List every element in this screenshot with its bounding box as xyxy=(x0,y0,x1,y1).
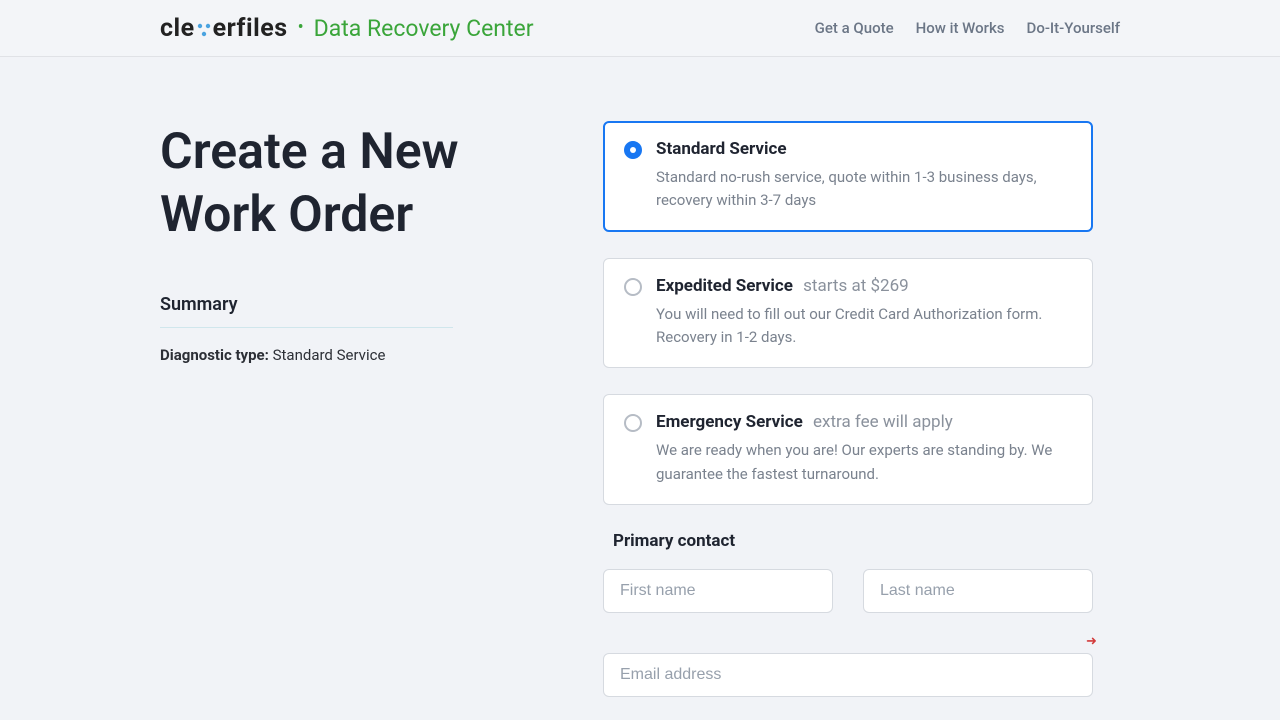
nav-diy[interactable]: Do-It-Yourself xyxy=(1027,19,1120,37)
right-column: Standard Service Standard no-rush servic… xyxy=(603,121,1093,697)
option-standard-desc: Standard no-rush service, quote within 1… xyxy=(656,166,1072,213)
primary-contact-heading: Primary contact xyxy=(613,531,1093,551)
email-input[interactable] xyxy=(603,653,1093,697)
main-content: Create a New Work Order Summary Diagnost… xyxy=(0,57,1280,697)
brand-dots-icon xyxy=(195,23,213,37)
last-name-input[interactable] xyxy=(863,569,1093,613)
separator-dot-icon: • xyxy=(298,19,304,37)
brand-text-pre: cle xyxy=(160,14,195,43)
radio-emergency[interactable] xyxy=(624,414,642,432)
arrow-right-icon: ➜ xyxy=(1086,634,1097,649)
brand-tagline: Data Recovery Center xyxy=(314,15,534,42)
page-title: Create a New Work Order xyxy=(160,121,520,246)
option-expedited[interactable]: Expedited Service starts at $269 You wil… xyxy=(603,258,1093,369)
option-emergency-sub: extra fee will apply xyxy=(813,412,953,432)
option-expedited-sub: starts at $269 xyxy=(803,276,909,296)
summary-heading: Summary xyxy=(160,294,453,328)
logo-area: cle erfiles • Data Recovery Center xyxy=(160,14,534,43)
option-emergency[interactable]: Emergency Service extra fee will apply W… xyxy=(603,394,1093,505)
option-standard[interactable]: Standard Service Standard no-rush servic… xyxy=(603,121,1093,232)
first-name-input[interactable] xyxy=(603,569,833,613)
option-expedited-title: Expedited Service xyxy=(656,276,793,296)
radio-expedited[interactable] xyxy=(624,278,642,296)
nav-how-it-works[interactable]: How it Works xyxy=(916,19,1005,37)
option-expedited-body: Expedited Service starts at $269 You wil… xyxy=(656,275,1072,350)
summary-diag-label: Diagnostic type: xyxy=(160,346,269,364)
radio-standard[interactable] xyxy=(624,141,642,159)
nav-get-quote[interactable]: Get a Quote xyxy=(815,19,894,37)
option-emergency-desc: We are ready when you are! Our experts a… xyxy=(656,439,1072,486)
summary-diag-value: Standard Service xyxy=(273,346,386,364)
brand-logo[interactable]: cle erfiles xyxy=(160,14,288,43)
brand-text-post: erfiles xyxy=(213,14,288,43)
option-expedited-desc: You will need to fill out our Credit Car… xyxy=(656,303,1072,350)
summary-diagnostic: Diagnostic type: Standard Service xyxy=(160,346,520,364)
option-standard-title: Standard Service xyxy=(656,139,787,159)
main-nav: Get a Quote How it Works Do-It-Yourself xyxy=(815,19,1280,37)
option-emergency-title: Emergency Service xyxy=(656,412,803,432)
option-emergency-body: Emergency Service extra fee will apply W… xyxy=(656,411,1072,486)
left-column: Create a New Work Order Summary Diagnost… xyxy=(160,121,560,697)
header: cle erfiles • Data Recovery Center Get a… xyxy=(0,0,1280,57)
name-row xyxy=(603,569,1093,613)
option-standard-body: Standard Service Standard no-rush servic… xyxy=(656,138,1072,213)
